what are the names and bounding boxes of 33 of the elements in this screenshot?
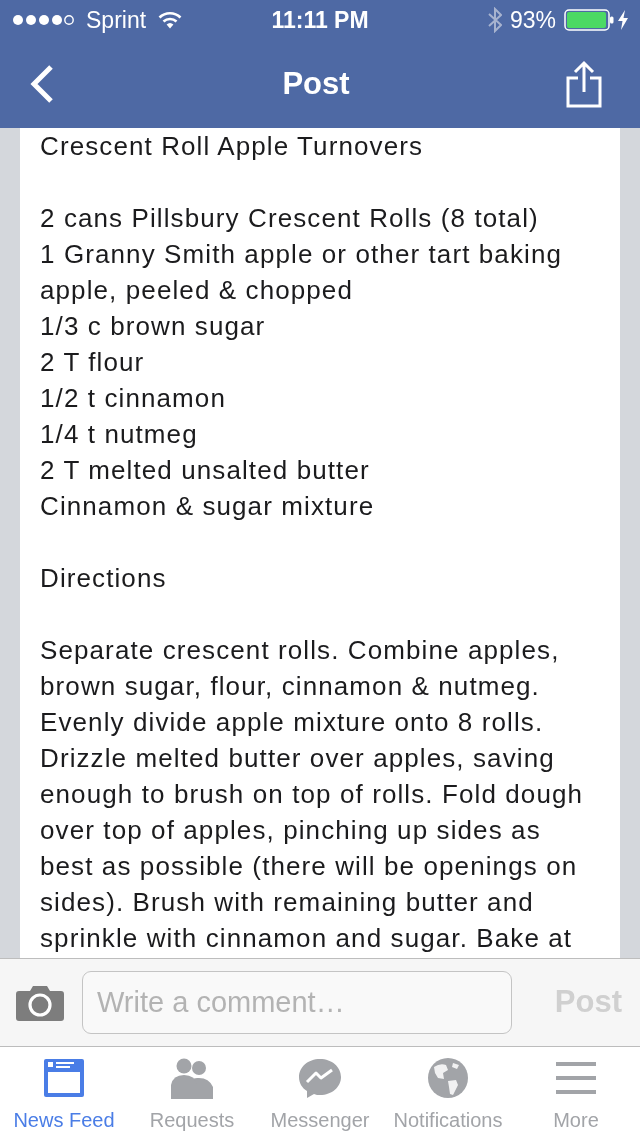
ingredient-line: 1 Granny Smith apple or other tart baking apple, peeled & chopped xyxy=(40,238,564,307)
page-title: Post xyxy=(282,64,350,103)
clock-time: 11:11 PM xyxy=(271,5,369,35)
signal-icon xyxy=(12,14,74,26)
wifi-icon xyxy=(158,11,183,29)
ingredient-line: 1/2 t cinnamon xyxy=(40,382,227,415)
tab-button[interactable]: Requests xyxy=(128,1047,256,1136)
ingredient-line: 1/4 t nutmeg xyxy=(40,418,199,451)
ingredient-line: 2 cans Pillsbury Crescent Rolls (8 total) xyxy=(40,202,540,235)
ingredient-line: 2 T melted unsalted butter xyxy=(40,454,371,487)
globe-icon xyxy=(426,1057,470,1099)
people-icon xyxy=(170,1057,214,1099)
tab-button[interactable]: News Feed xyxy=(0,1047,128,1136)
tab-button[interactable]: Messenger xyxy=(256,1047,384,1136)
camera-icon[interactable] xyxy=(16,984,64,1021)
battery-icon xyxy=(564,9,614,31)
battery-percent: 93% xyxy=(509,5,556,35)
comment-field[interactable]: Write a comment… xyxy=(82,971,512,1034)
directions-heading: Directions xyxy=(40,562,168,595)
ingredient-line: Cinnamon & sugar mixture xyxy=(40,490,376,523)
recipe-title: Crescent Roll Apple Turnovers xyxy=(40,130,425,163)
bluetooth-icon xyxy=(487,7,502,33)
ingredient-line: 2 T flour xyxy=(40,346,146,379)
chat-bubble-icon xyxy=(298,1057,342,1099)
charging-bolt-icon xyxy=(618,10,628,30)
ingredient-line: 1/3 c brown sugar xyxy=(40,310,267,343)
tab-button[interactable]: More xyxy=(512,1047,640,1136)
tab-button[interactable]: Notifications xyxy=(384,1047,512,1136)
share-icon[interactable] xyxy=(566,60,602,108)
back-icon[interactable] xyxy=(30,64,54,104)
directions-text: Separate crescent rolls. Combine apples, brown sugar, flour, cinnamon & nutmeg. Evenly divide apple mixture onto 8 rolls. Drizzle melted butter over apples, saving enough to brush on top of rolls. Fold dough over top of apples, pinching up sides as best as possible (there will be openings on sides). Brush with remaining butter and sprinkle with cinnamon and sugar. Bake at xyxy=(40,634,585,955)
carrier-name: Sprint xyxy=(86,5,147,35)
news-feed-icon xyxy=(42,1057,86,1099)
